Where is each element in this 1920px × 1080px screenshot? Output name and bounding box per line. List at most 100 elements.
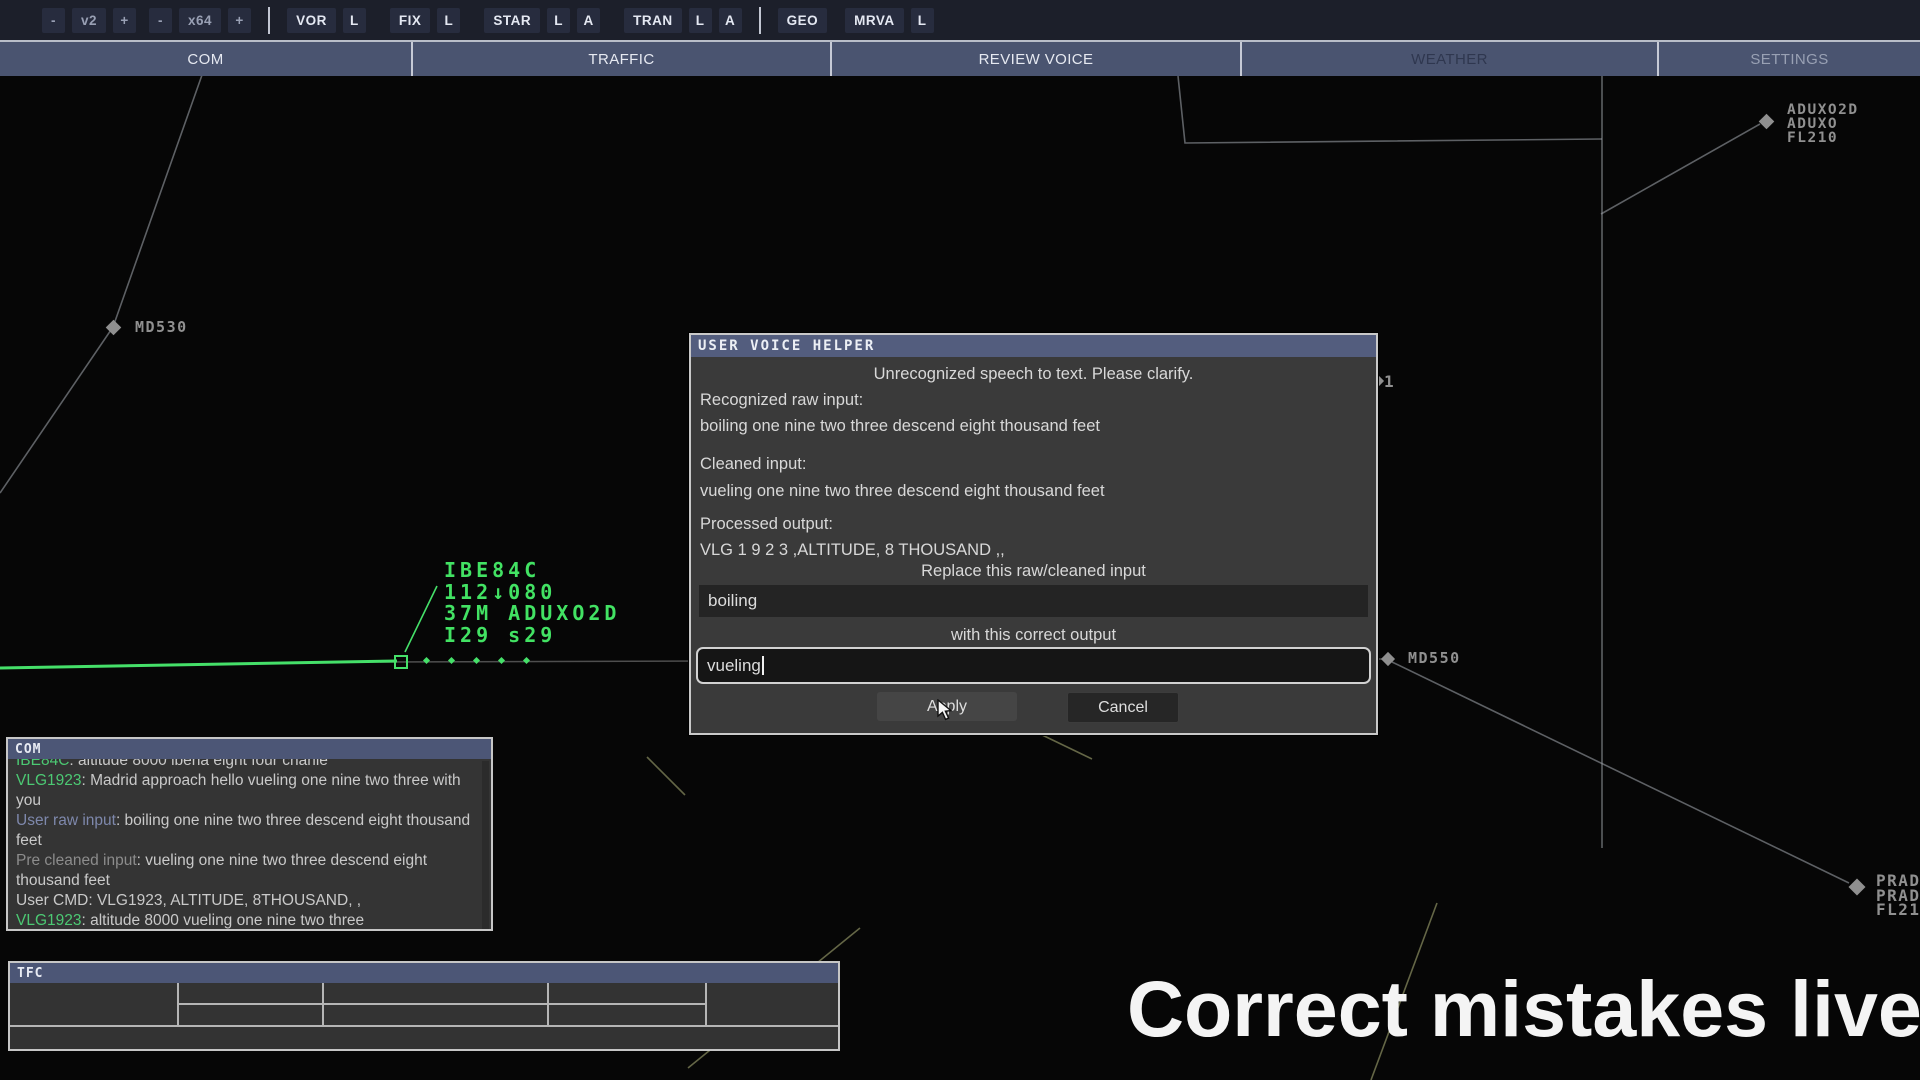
speed-down-button[interactable]: - <box>149 8 172 33</box>
star-arcs-toggle[interactable]: A <box>577 8 600 33</box>
text-caret <box>762 656 764 675</box>
waypoint-label-line: FL21 <box>1876 903 1920 918</box>
com-message: User CMD: VLG1923, ALTITUDE, 8THOUSAND, … <box>16 891 473 911</box>
message-speaker: User CMD <box>16 892 88 909</box>
tran-arcs-toggle[interactable]: A <box>719 8 742 33</box>
star-group: STAR L A <box>484 8 600 33</box>
toolbar-separator <box>759 7 761 34</box>
cancel-button[interactable]: Cancel <box>1067 692 1179 723</box>
message-speaker: User raw input <box>16 812 116 829</box>
message-speaker: IBE84C <box>16 759 69 769</box>
message-speaker: VLG1923 <box>16 912 82 929</box>
com-scrollbar[interactable] <box>482 761 489 929</box>
aircraft-callsign[interactable]: IBE84C <box>444 560 620 582</box>
com-message: IBE84C: altitude 8000 iberia eight four … <box>16 759 473 771</box>
waypoint-label-pra: PRAD PRAD FL21 <box>1876 874 1920 918</box>
mrva-button[interactable]: MRVA <box>845 8 904 33</box>
com-message: VLG1923: altitude 8000 vueling one nine … <box>16 911 473 931</box>
tab-com[interactable]: COM <box>0 42 411 76</box>
com-panel: COM IBE84C: altitude 8000 iberia eight f… <box>6 737 493 931</box>
message-speaker: Pre cleaned input <box>16 852 137 869</box>
fix-group: FIX L <box>390 8 461 33</box>
replace-input-field[interactable]: boiling <box>699 585 1368 617</box>
mrva-group: MRVA L <box>845 8 934 33</box>
airway-line-md530 <box>0 75 202 493</box>
tran-button[interactable]: TRAN <box>624 8 682 33</box>
tfc-table <box>10 983 838 1049</box>
zoom-out-button[interactable]: - <box>42 8 65 33</box>
zoom-control-group: - v2 + <box>42 8 136 33</box>
com-message: Pre cleaned input: vueling one nine two … <box>16 851 473 891</box>
geo-button[interactable]: GEO <box>778 8 828 33</box>
zoom-in-button[interactable]: + <box>113 8 136 33</box>
message-text: : Madrid approach hello vueling one nine… <box>16 772 461 809</box>
aircraft-route-line <box>0 661 397 668</box>
tab-settings[interactable]: SETTINGS <box>1657 42 1920 76</box>
toolbar-separator <box>268 7 270 34</box>
waypoint-label-aduxo: ADUXO2D ADUXO FL210 <box>1787 104 1859 145</box>
message-text: : VLG1923, ALTITUDE, 8THOUSAND, , <box>88 892 361 909</box>
geo-group: GEO <box>778 8 828 33</box>
caption-text: Correct mistakes live <box>1127 966 1920 1053</box>
vor-labels-toggle[interactable]: L <box>343 8 366 33</box>
table-grid-line <box>177 1003 707 1005</box>
correct-output-field[interactable]: vueling <box>696 647 1371 684</box>
aircraft-target-icon[interactable] <box>394 655 408 669</box>
sim-speed-button[interactable]: x64 <box>179 8 221 33</box>
waypoint-label-partial: 1 <box>1384 372 1395 391</box>
tfc-panel: TFC <box>8 961 840 1051</box>
processed-output-label: Processed output: <box>700 515 1367 534</box>
sim-speed-group: - x64 + <box>149 8 251 33</box>
tran-labels-toggle[interactable]: L <box>689 8 712 33</box>
speed-up-button[interactable]: + <box>228 8 251 33</box>
aircraft-approach-line: I29 s29 <box>444 625 620 647</box>
waypoint-label-line: FL210 <box>1787 132 1859 146</box>
dialog-titlebar[interactable]: USER VOICE HELPER <box>691 335 1376 357</box>
correct-output-label: with this correct output <box>700 626 1367 645</box>
waypoint-label-md550: MD550 <box>1408 649 1461 667</box>
cleaned-input-value: vueling one nine two three descend eight… <box>700 482 1367 501</box>
replace-input-label: Replace this raw/cleaned input <box>700 562 1367 581</box>
cleaned-input-label: Cleaned input: <box>700 455 1367 474</box>
boundary-line-seg2 <box>1038 733 1092 759</box>
vor-button[interactable]: VOR <box>287 8 336 33</box>
user-voice-helper-dialog: USER VOICE HELPER Unrecognized speech to… <box>689 333 1378 735</box>
dialog-message: Unrecognized speech to text. Please clar… <box>700 365 1367 384</box>
mouse-cursor-icon <box>937 699 961 723</box>
tfc-panel-titlebar[interactable]: TFC <box>10 963 838 983</box>
message-text: : altitude 8000 vueling one nine two thr… <box>82 912 365 929</box>
vor-group: VOR L <box>287 8 366 33</box>
radar-screen: MD530 ADUXO2D ADUXO FL210 1 MD550 PRAD P… <box>0 0 1920 1080</box>
fix-button[interactable]: FIX <box>390 8 431 33</box>
tab-weather[interactable]: WEATHER <box>1240 42 1657 76</box>
aircraft-datablock[interactable]: IBE84C 112↓080 37M ADUXO2D I29 s29 <box>444 560 620 646</box>
fix-labels-toggle[interactable]: L <box>437 8 460 33</box>
message-text: : altitude 8000 iberia eight four charli… <box>69 759 328 769</box>
version-button[interactable]: v2 <box>72 8 106 33</box>
table-grid-line <box>10 1025 838 1027</box>
main-tab-bar: COM TRAFFIC REVIEW VOICE WEATHER SETTING… <box>0 40 1920 76</box>
tran-group: TRAN L A <box>624 8 742 33</box>
top-toolbar: - v2 + - x64 + VOR L FIX L STAR L A TRAN… <box>0 0 1920 40</box>
mrva-labels-toggle[interactable]: L <box>911 8 934 33</box>
airway-line-aduxo <box>1601 124 1760 214</box>
com-message: VLG1923: Madrid approach hello vueling o… <box>16 771 473 811</box>
correct-output-text: vueling <box>707 656 761 675</box>
processed-output-value: VLG 1 9 2 3 ,ALTITUDE, 8 THOUSAND ,, <box>700 541 1367 560</box>
message-speaker: VLG1923 <box>16 772 82 789</box>
tab-traffic[interactable]: TRAFFIC <box>411 42 830 76</box>
com-message-log: IBE84C: altitude 8000 iberia eight four … <box>8 759 491 931</box>
tab-review-voice[interactable]: REVIEW VOICE <box>830 42 1240 76</box>
star-button[interactable]: STAR <box>484 8 540 33</box>
boundary-line-top <box>1178 76 1602 143</box>
aircraft-leader-line <box>405 586 437 652</box>
aircraft-altitude-line: 112↓080 <box>444 582 620 604</box>
raw-input-label: Recognized raw input: <box>700 391 1367 410</box>
star-labels-toggle[interactable]: L <box>547 8 570 33</box>
waypoint-label-md530: MD530 <box>135 318 188 336</box>
airway-line-md550-pra <box>1392 662 1849 883</box>
boundary-line-seg1 <box>647 757 685 795</box>
com-message: User raw input: boiling one nine two thr… <box>16 811 473 851</box>
com-panel-titlebar[interactable]: COM <box>8 739 491 759</box>
aircraft-speed-waypoint-line: 37M ADUXO2D <box>444 603 620 625</box>
